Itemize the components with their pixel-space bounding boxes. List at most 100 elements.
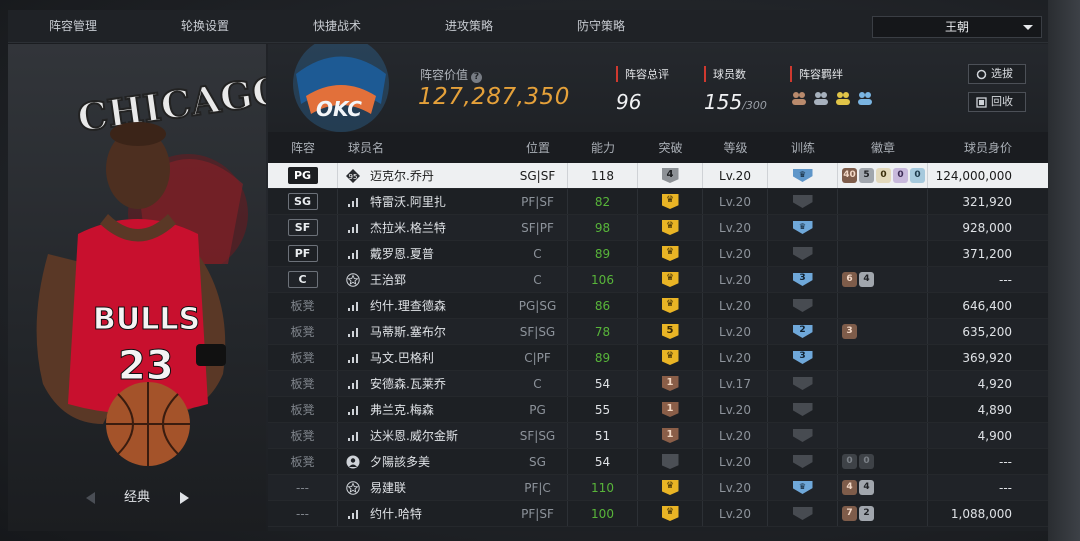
- price-cell: 4,900: [977, 428, 1012, 443]
- training-cell: 3: [768, 267, 838, 292]
- badge-count: 2: [859, 506, 874, 521]
- lineup-dropdown[interactable]: 王朝: [872, 16, 1042, 38]
- header-price: 球员身价: [963, 141, 1012, 155]
- rating-bars-icon: [346, 195, 360, 209]
- badge-count: 0: [910, 168, 925, 183]
- price-cell: 124,000,000: [935, 168, 1012, 183]
- player-name: 约什.理查德森: [370, 299, 446, 313]
- overall-cell: 82: [568, 189, 638, 214]
- breakthrough-crown-icon: ♛: [661, 272, 679, 287]
- table-row[interactable]: 板凳 约什.理查德森 PG|SG 86 ♛ Lv.20 646,400: [268, 293, 1048, 319]
- table-row[interactable]: PG 95 迈克尔.乔丹 SG|SF 118 4 Lv.20 ♛ 40 5 0 0 0 124,000,0…: [268, 163, 1048, 189]
- bond-label: 阵容羁绊: [790, 66, 874, 82]
- table-row[interactable]: 板凳 马蒂斯.塞布尔 SF|SG 78 5 Lv.20 2 3 635,200: [268, 319, 1048, 345]
- tab-lineup[interactable]: 阵容管理: [8, 10, 138, 43]
- badges-cell: 64: [838, 267, 928, 292]
- position-cell: C: [508, 371, 568, 396]
- overall-cell: 106: [568, 267, 638, 292]
- rating-bars-icon: [346, 377, 360, 391]
- breakthrough-badge: 1: [661, 376, 679, 391]
- table-row[interactable]: --- 易建联 PF|C 110 ♛ Lv.20 ♛ 4 4 ---: [268, 475, 1048, 501]
- name-cell: 特雷沃.阿里扎: [338, 189, 508, 214]
- badges-cell: 72: [838, 501, 928, 526]
- next-style-arrow-icon[interactable]: [180, 492, 189, 504]
- price-cell: ---: [999, 480, 1012, 495]
- name-cell: 马蒂斯.塞布尔: [338, 319, 508, 344]
- training-icon: [792, 429, 813, 442]
- bond-blue-icon[interactable]: [856, 90, 874, 106]
- training-icon: [792, 195, 813, 208]
- name-cell: 安德森.瓦莱乔: [338, 371, 508, 396]
- table-row[interactable]: PF 戴罗恩.夏普 C 89 ♛ Lv.20 371,200: [268, 241, 1048, 267]
- overall-cell: 98: [568, 215, 638, 240]
- tab-quick-tactics[interactable]: 快捷战术: [272, 10, 402, 43]
- training-cell: [768, 371, 838, 396]
- header-breakthrough: 突破: [658, 141, 683, 155]
- table-row[interactable]: SG 特雷沃.阿里扎 PF|SF 82 ♛ Lv.20 321,920: [268, 189, 1048, 215]
- slot-cell: ---: [268, 501, 338, 526]
- table-row[interactable]: 板凳 马文.巴格利 C|PF 89 ♛ Lv.20 3 369,920: [268, 345, 1048, 371]
- name-cell: 约什.理查德森: [338, 293, 508, 318]
- badge-count: 7: [842, 506, 857, 521]
- tab-rotation[interactable]: 轮换设置: [140, 10, 270, 43]
- badges-cell: [838, 189, 928, 214]
- breakthrough-cell: 4: [638, 163, 703, 188]
- tab-offense[interactable]: 进攻策略: [404, 10, 534, 43]
- level-cell: Lv.20: [703, 241, 768, 266]
- overall-cell: 89: [568, 241, 638, 266]
- breakthrough-cell: 1: [638, 423, 703, 448]
- breakthrough-cell: ♛: [638, 293, 703, 318]
- training-cell: [768, 449, 838, 474]
- table-row[interactable]: C 王治郅 C 106 ♛ Lv.20 3 6 4 ---: [268, 267, 1048, 293]
- table-row[interactable]: 板凳 弗兰克.梅森 PG 55 1 Lv.20 4,890: [268, 397, 1048, 423]
- breakthrough-crown-icon: ♛: [661, 480, 679, 495]
- team-logo-text: OKC: [316, 97, 362, 121]
- breakthrough-crown-icon: ♛: [661, 194, 679, 209]
- rating-bars-icon: [346, 429, 360, 443]
- slot-label: 板凳: [290, 325, 315, 339]
- player-count-label: 球员数: [704, 66, 767, 82]
- training-cell: 2: [768, 319, 838, 344]
- badges-cell: [838, 345, 928, 370]
- bond-icons[interactable]: [790, 90, 874, 106]
- recycle-button[interactable]: 回收: [968, 92, 1026, 112]
- breakthrough-cell: 1: [638, 371, 703, 396]
- table-row[interactable]: SF 杰拉米.格兰特 SF|PF 98 ♛ Lv.20 ♛ 928,000: [268, 215, 1048, 241]
- bond-silver-icon[interactable]: [812, 90, 830, 106]
- bond-bronze-icon[interactable]: [790, 90, 808, 106]
- breakthrough-badge: 1: [661, 402, 679, 417]
- training-cell: ♛: [768, 475, 838, 500]
- badge-count: 40: [842, 168, 857, 183]
- breakthrough-cell: ♛: [638, 241, 703, 266]
- level-cell: Lv.20: [703, 163, 768, 188]
- slot-cell: SF: [268, 215, 338, 240]
- badge-count: 0: [842, 454, 857, 469]
- training-cell: [768, 293, 838, 318]
- table-row[interactable]: 板凳 达米恩.威尔金斯 SF|SG 51 1 Lv.20 4,900: [268, 423, 1048, 449]
- level-cell: Lv.20: [703, 475, 768, 500]
- badge-count: 0: [859, 454, 874, 469]
- tab-defense[interactable]: 防守策略: [536, 10, 666, 43]
- prev-style-arrow-icon[interactable]: [86, 492, 95, 504]
- select-button[interactable]: 选拔: [968, 64, 1026, 84]
- overall-cell: 110: [568, 475, 638, 500]
- overall-cell: 89: [568, 345, 638, 370]
- breakthrough-cell: 5: [638, 319, 703, 344]
- bond-gold-icon[interactable]: [834, 90, 852, 106]
- player-name: 安德森.瓦莱乔: [370, 377, 446, 391]
- position-cell: C: [508, 267, 568, 292]
- price-cell: 646,400: [962, 298, 1012, 313]
- table-row[interactable]: --- 约什.哈特 PF|SF 100 ♛ Lv.20 7 2 1,088,000: [268, 501, 1048, 527]
- player-name: 迈克尔.乔丹: [370, 169, 434, 183]
- overall-cell: 54: [568, 449, 638, 474]
- slot-cell: PG: [268, 163, 338, 188]
- slot-cell: ---: [268, 475, 338, 500]
- position-cell: SF|SG: [508, 423, 568, 448]
- price-cell: ---: [999, 454, 1012, 469]
- name-cell: 杰拉米.格兰特: [338, 215, 508, 240]
- table-row[interactable]: 板凳 安德森.瓦莱乔 C 54 1 Lv.17 4,920: [268, 371, 1048, 397]
- table-row[interactable]: 板凳 夕陽該多美 SG 54 Lv.20 0 0 ---: [268, 449, 1048, 475]
- header-badges: 徽章: [870, 141, 895, 155]
- info-icon[interactable]: ?: [471, 72, 483, 83]
- slot-label: ---: [296, 506, 309, 521]
